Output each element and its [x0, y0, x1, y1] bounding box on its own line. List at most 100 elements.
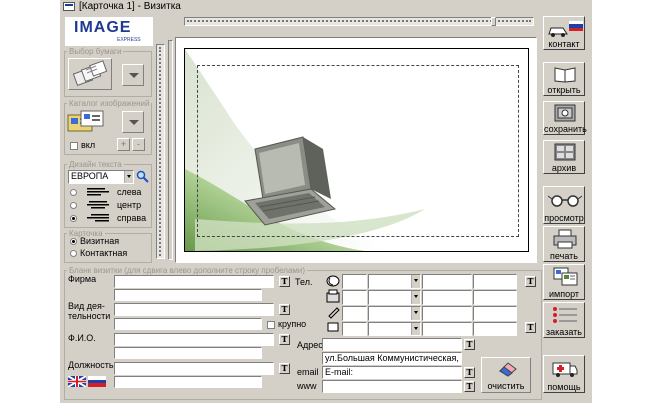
search-icon[interactable]: [136, 170, 149, 183]
form-group-label: Бланк визитки (для сдвига влево дополнит…: [67, 266, 308, 275]
fax-icon: [326, 289, 340, 303]
card-contact-label: Контактная: [80, 248, 128, 258]
paper-dropdown-button[interactable]: [122, 64, 144, 86]
phone-ext-1[interactable]: [473, 274, 517, 289]
catalog-minus-button[interactable]: -: [132, 138, 145, 151]
archive-icon: [554, 143, 576, 161]
phone-table[interactable]: [342, 274, 522, 336]
preview-button[interactable]: просмотр: [543, 186, 585, 224]
text-design-group-label: Дизайн текста: [67, 160, 124, 169]
card-business-radio[interactable]: [70, 238, 77, 245]
phone-number-1[interactable]: [422, 274, 472, 289]
activity-field-2[interactable]: [114, 318, 262, 330]
chevron-down-icon: [129, 73, 139, 78]
firm-field-1[interactable]: [114, 275, 274, 288]
phone-type-select-1[interactable]: [368, 274, 421, 289]
card-canvas[interactable]: [175, 37, 537, 263]
position-text-style-button[interactable]: T: [279, 363, 290, 374]
phone-text-style-button-1[interactable]: T: [525, 276, 536, 287]
address-text-style-button[interactable]: T: [464, 339, 475, 350]
vertical-ruler[interactable]: [156, 44, 165, 259]
fio-field-2[interactable]: [114, 347, 262, 359]
activity-field-1[interactable]: [114, 303, 274, 316]
phone-code-2[interactable]: [342, 290, 367, 305]
help-button[interactable]: помощь: [543, 355, 585, 393]
www-field[interactable]: [322, 380, 462, 393]
catalog-dropdown-button[interactable]: [122, 111, 144, 133]
printer-icon: [553, 229, 577, 249]
phone-type-select-2[interactable]: [368, 290, 421, 305]
fio-text-style-button[interactable]: T: [279, 334, 290, 345]
dropdown-arrow-icon: [124, 171, 133, 183]
vertical-ruler-ticks: [159, 47, 163, 256]
align-right-radio[interactable]: [70, 215, 77, 222]
phone-code-4[interactable]: [342, 322, 367, 336]
archive-button[interactable]: архив: [543, 140, 585, 174]
clear-button[interactable]: очистить: [481, 357, 531, 393]
paper-thumbnail-button[interactable]: [68, 58, 112, 90]
phone-code-1[interactable]: [342, 274, 367, 289]
flag-russia-icon[interactable]: [88, 376, 106, 387]
fio-field-1[interactable]: [114, 333, 274, 346]
open-button[interactable]: открыть: [543, 62, 585, 96]
activity-text-style-button[interactable]: T: [279, 304, 290, 315]
phone-text-style-button-2[interactable]: T: [525, 322, 536, 333]
ruler-handle[interactable]: [491, 17, 496, 26]
car-icon: [547, 22, 569, 38]
flag-uk-icon[interactable]: [68, 376, 86, 387]
phone-icon: [326, 275, 340, 287]
firm-text-style-button[interactable]: T: [279, 276, 290, 287]
phone-ext-2[interactable]: [473, 290, 517, 305]
catalog-enable-checkbox[interactable]: [70, 142, 78, 150]
phone-type-select-4[interactable]: [368, 322, 421, 336]
app-icon: [63, 2, 75, 11]
print-button[interactable]: печать: [543, 226, 585, 262]
address-field-1[interactable]: [322, 338, 462, 351]
align-left-radio[interactable]: [70, 189, 77, 196]
clear-button-label: очистить: [487, 381, 525, 391]
address-field-2[interactable]: ул.Большая Коммунистическая,: [322, 352, 462, 365]
save-button[interactable]: сохранить: [543, 101, 587, 135]
print-label: печать: [550, 251, 578, 261]
position-field-2[interactable]: [114, 376, 262, 388]
save-label: сохранить: [544, 124, 587, 134]
catalog-plus-button[interactable]: +: [117, 138, 130, 151]
order-button[interactable]: заказать: [543, 302, 585, 338]
www-text-style-button[interactable]: T: [464, 381, 475, 392]
catalog-images-icon[interactable]: [67, 109, 107, 135]
import-label: импорт: [548, 289, 580, 299]
phone-type-icons: [325, 274, 341, 334]
card-contact-radio[interactable]: [70, 250, 77, 257]
contact-button[interactable]: контакт: [543, 16, 585, 50]
phone-ext-3[interactable]: [473, 306, 517, 321]
open-label: открыть: [547, 85, 581, 95]
position-label: Должность: [68, 360, 114, 370]
large-font-label: крупно: [278, 319, 307, 329]
glasses-icon: [547, 193, 583, 207]
app-window: [Карточка 1] - Визитка IMAGE EXPRESS Выб…: [60, 0, 592, 403]
phone-number-4[interactable]: [422, 322, 472, 336]
phone-number-2[interactable]: [422, 290, 472, 305]
phone-ext-4[interactable]: [473, 322, 517, 336]
email-field[interactable]: E-mail:: [322, 366, 462, 379]
align-center-radio[interactable]: [70, 202, 77, 209]
email-text-style-button[interactable]: T: [464, 367, 475, 378]
align-left-label: слева: [117, 187, 142, 197]
large-font-checkbox[interactable]: [267, 321, 275, 329]
vertical-slider[interactable]: [168, 40, 173, 260]
phone-type-select-3[interactable]: [368, 306, 421, 321]
address-value: ул.Большая Коммунистическая,: [325, 353, 459, 363]
email-label: email: [297, 367, 319, 377]
title-bar: [Карточка 1] - Визитка: [60, 0, 592, 14]
font-select[interactable]: ЕВРОПА: [68, 170, 134, 184]
align-right-label: справа: [117, 213, 147, 223]
horizontal-ruler[interactable]: [184, 17, 534, 26]
phone-number-3[interactable]: [422, 306, 472, 321]
chevron-down-icon: [129, 120, 139, 125]
phone-code-3[interactable]: [342, 306, 367, 321]
position-field-1[interactable]: [114, 362, 274, 375]
firm-field-2[interactable]: [114, 289, 262, 301]
import-button[interactable]: импорт: [543, 264, 585, 300]
archive-label: архив: [551, 163, 577, 173]
align-left-icon: [87, 188, 109, 197]
